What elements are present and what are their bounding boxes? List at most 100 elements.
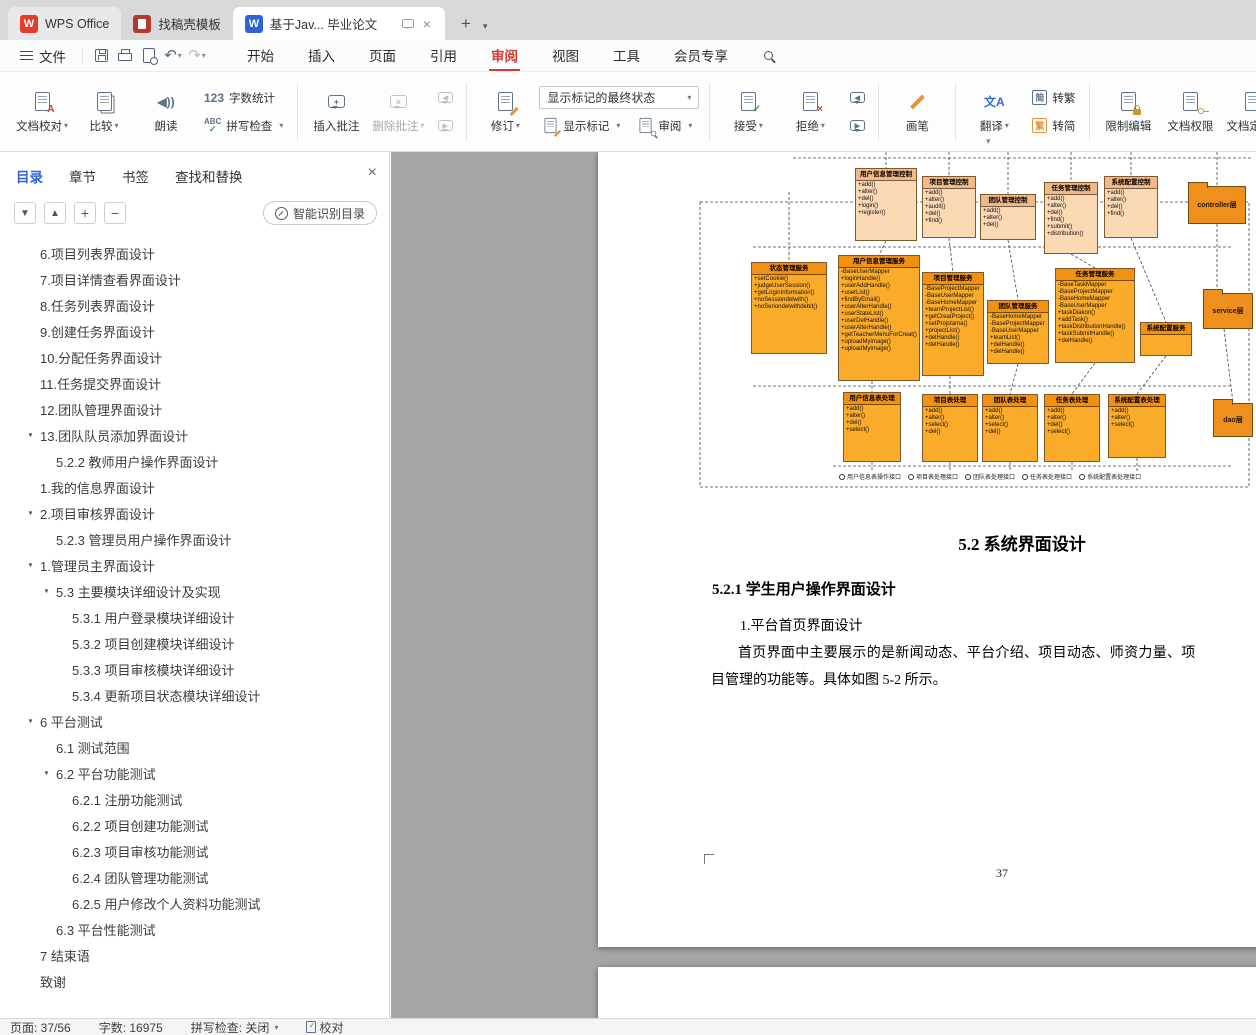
architecture-diagram[interactable]: 用户信息管理控制 +add() +alter() +del() +login() … bbox=[693, 152, 1256, 500]
toc-item[interactable]: 6.3 平台性能测试 bbox=[0, 916, 389, 942]
toc-item[interactable]: 5.3.4 更新项目状态模块详细设计 bbox=[0, 682, 389, 708]
collapse-arrow-icon[interactable] bbox=[43, 770, 56, 777]
insert-comment-button[interactable]: + 插入批注 bbox=[308, 85, 364, 139]
zoom-in-button[interactable]: + bbox=[74, 202, 96, 224]
menu-view[interactable]: 视图 bbox=[550, 40, 581, 71]
menu-member[interactable]: 会员专享 bbox=[672, 40, 730, 71]
toc-item[interactable]: 5.3.1 用户登录模块详细设计 bbox=[0, 604, 389, 630]
to-simplified-button[interactable]: 繁 转简 bbox=[1028, 114, 1079, 137]
collapse-arrow-icon[interactable] bbox=[27, 562, 40, 569]
toc-item[interactable]: 1.我的信息界面设计 bbox=[0, 474, 389, 500]
markup-state-select[interactable]: 显示标记的最终状态 ▾ bbox=[539, 86, 700, 109]
toc-item[interactable]: 7 结束语 bbox=[0, 942, 389, 968]
ribbon-collapse-icon[interactable]: ▾ bbox=[986, 136, 991, 147]
read-aloud-button[interactable]: ◀)) 朗读 bbox=[138, 85, 194, 139]
panel-tab-bookmark[interactable]: 书签 bbox=[122, 166, 149, 186]
menu-reference[interactable]: 引用 bbox=[428, 40, 459, 71]
toc-item[interactable]: 2.项目审核界面设计 bbox=[0, 500, 389, 526]
restrict-edit-button[interactable]: 限制编辑 bbox=[1100, 85, 1156, 139]
smart-toc-button[interactable]: 智能识别目录 bbox=[262, 201, 377, 225]
file-menu-button[interactable]: 文件 bbox=[10, 40, 76, 71]
toc-item[interactable]: 6.项目列表界面设计 bbox=[0, 240, 389, 266]
toc-item[interactable]: 6.2.5 用户修改个人资料功能测试 bbox=[0, 890, 389, 916]
to-traditional-button[interactable]: 简 转繁 bbox=[1028, 86, 1079, 109]
toc-item[interactable]: 12.团队管理界面设计 bbox=[0, 396, 389, 422]
smart-toc-icon bbox=[274, 206, 288, 220]
show-markup-button[interactable]: 显示标记 ▾ bbox=[539, 114, 624, 137]
undo-dropdown-icon[interactable]: ▾ bbox=[178, 51, 182, 60]
collapse-all-button[interactable]: ▼ bbox=[14, 202, 36, 224]
accept-button[interactable]: ✓ 接受 ▾ bbox=[720, 85, 776, 139]
toc-item[interactable]: 10.分配任务界面设计 bbox=[0, 344, 389, 370]
menu-page[interactable]: 页面 bbox=[367, 40, 398, 71]
status-spellcheck[interactable]: 拼写检查: 关闭 ▾ bbox=[191, 1019, 279, 1035]
save-button[interactable] bbox=[89, 44, 113, 68]
document-page[interactable]: 用户信息管理控制 +add() +alter() +del() +login() … bbox=[598, 152, 1256, 947]
zoom-out-button[interactable]: − bbox=[104, 202, 126, 224]
translate-button[interactable]: 文A 翻译 ▾ bbox=[966, 85, 1022, 139]
panel-tab-toc[interactable]: 目录 bbox=[16, 166, 43, 186]
next-change-button[interactable]: ▶ bbox=[846, 116, 868, 136]
close-tab-icon[interactable]: × bbox=[421, 16, 433, 32]
toc-item[interactable]: 5.2.2 教师用户操作界面设计 bbox=[0, 448, 389, 474]
toc-item[interactable]: 11.任务提交界面设计 bbox=[0, 370, 389, 396]
toc-item[interactable]: 6.1 测试范围 bbox=[0, 734, 389, 760]
tab-current-document[interactable]: W 基于Jav... 毕业论文 × bbox=[232, 7, 445, 40]
print-preview-button[interactable] bbox=[137, 44, 161, 68]
toc-item[interactable]: 5.2.3 管理员用户操作界面设计 bbox=[0, 526, 389, 552]
doc-permission-button[interactable]: 文档权限 bbox=[1162, 85, 1218, 139]
redo-dropdown-icon[interactable]: ▾ bbox=[202, 51, 206, 60]
collapse-arrow-icon[interactable] bbox=[27, 510, 40, 517]
compare-button[interactable]: 比较 ▾ bbox=[76, 85, 132, 139]
delete-comment-icon: × bbox=[389, 95, 407, 109]
toc-item[interactable]: 6.2.4 团队管理功能测试 bbox=[0, 864, 389, 890]
toc-item[interactable]: 致谢 bbox=[0, 968, 389, 994]
status-word-count[interactable]: 字数: 16975 bbox=[99, 1019, 163, 1035]
toc-item[interactable]: 8.任务列表界面设计 bbox=[0, 292, 389, 318]
panel-tab-chapter[interactable]: 章节 bbox=[69, 166, 96, 186]
collapse-arrow-icon[interactable] bbox=[43, 588, 56, 595]
toc-item[interactable]: 6.2.1 注册功能测试 bbox=[0, 786, 389, 812]
tab-list-dropdown-icon[interactable]: ▾ bbox=[483, 21, 488, 32]
tab-template-site[interactable]: 找稿壳模板 bbox=[121, 7, 233, 40]
toc-item[interactable]: 6.2.2 项目创建功能测试 bbox=[0, 812, 389, 838]
undo-button[interactable]: ↶ ▾ bbox=[161, 44, 185, 68]
spell-check-button[interactable]: ABC ✓ 拼写检查 ▾ bbox=[200, 114, 287, 137]
toc-item[interactable]: 13.团队队员添加界面设计 bbox=[0, 422, 389, 448]
status-proofread[interactable]: 校对 bbox=[306, 1019, 343, 1035]
menu-home[interactable]: 开始 bbox=[245, 40, 276, 71]
doc-proofread-button[interactable]: A 文档校对 ▾ bbox=[14, 85, 70, 139]
toc-item[interactable]: 5.3 主要模块详细设计及实现 bbox=[0, 578, 389, 604]
expand-all-button[interactable]: ▲ bbox=[44, 202, 66, 224]
toc-item[interactable]: 6.2 平台功能测试 bbox=[0, 760, 389, 786]
status-page-indicator[interactable]: 页面: 37/56 bbox=[10, 1019, 71, 1035]
document-page-next[interactable] bbox=[598, 967, 1256, 1018]
toc-item[interactable]: 6 平台测试 bbox=[0, 708, 389, 734]
toc-item[interactable]: 9.创建任务界面设计 bbox=[0, 318, 389, 344]
tab-wps-office[interactable]: W WPS Office bbox=[8, 7, 122, 40]
toc-item[interactable]: 5.3.2 项目创建模块详细设计 bbox=[0, 630, 389, 656]
search-icon[interactable] bbox=[764, 51, 773, 60]
track-changes-button[interactable]: 修订 ▾ bbox=[477, 85, 533, 139]
doc-finalize-button[interactable]: ✓ 文档定稿▾ bbox=[1224, 85, 1256, 139]
toc-item[interactable]: 7.项目详情查看界面设计 bbox=[0, 266, 389, 292]
brush-button[interactable]: 画笔 bbox=[889, 85, 945, 139]
word-count-button[interactable]: 123 字数统计 bbox=[200, 86, 287, 109]
new-tab-button[interactable]: + bbox=[453, 11, 479, 37]
reject-button[interactable]: × 拒绝 ▾ bbox=[782, 85, 838, 139]
toc-item[interactable]: 1.管理员主界面设计 bbox=[0, 552, 389, 578]
panel-tab-find-replace[interactable]: 查找和替换 bbox=[175, 166, 243, 186]
close-panel-icon[interactable]: × bbox=[368, 164, 377, 182]
collapse-arrow-icon[interactable] bbox=[27, 718, 40, 725]
review-mode-button[interactable]: 审阅 ▾ bbox=[634, 114, 696, 137]
menu-insert[interactable]: 插入 bbox=[306, 40, 337, 71]
collapse-arrow-icon[interactable] bbox=[27, 432, 40, 439]
redo-button[interactable]: ↷ ▾ bbox=[185, 44, 209, 68]
document-canvas[interactable]: 用户信息管理控制 +add() +alter() +del() +login() … bbox=[391, 152, 1256, 1018]
toc-item[interactable]: 6.2.3 项目审核功能测试 bbox=[0, 838, 389, 864]
menu-review[interactable]: 审阅 bbox=[489, 40, 520, 71]
toc-item[interactable]: 5.3.3 项目审核模块详细设计 bbox=[0, 656, 389, 682]
print-button[interactable] bbox=[113, 44, 137, 68]
previous-change-button[interactable]: ◀ bbox=[846, 88, 868, 108]
menu-tools[interactable]: 工具 bbox=[611, 40, 642, 71]
